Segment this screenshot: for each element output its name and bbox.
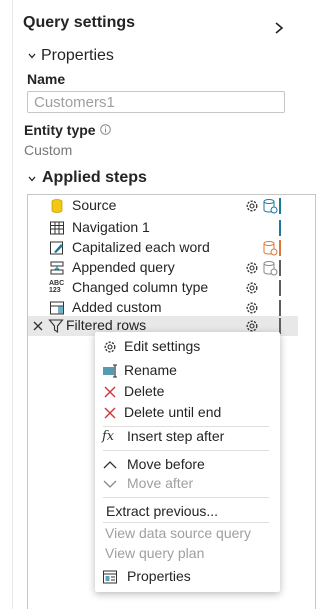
rename-icon xyxy=(103,364,117,378)
step-label: Added custom xyxy=(72,299,162,315)
status-bar xyxy=(279,300,281,316)
status-bar xyxy=(279,240,281,256)
table-icon xyxy=(50,221,64,235)
menu-item-label: Extract previous... xyxy=(106,503,219,519)
menu-item-label: Move after xyxy=(127,475,194,491)
database-query-icon[interactable] xyxy=(262,260,278,276)
gear-icon xyxy=(104,341,116,353)
database-icon xyxy=(51,199,63,213)
step-navigation[interactable]: Navigation 1 xyxy=(28,218,298,238)
query-settings-panel: Query settings Properties Name Entity ty… xyxy=(12,0,316,609)
close-icon[interactable] xyxy=(32,320,44,332)
filter-icon xyxy=(48,319,64,334)
menu-item-properties[interactable]: Properties xyxy=(95,567,280,587)
name-input[interactable] xyxy=(27,91,285,113)
status-bar xyxy=(279,198,281,214)
menu-item-insert-step[interactable]: fx Insert step after xyxy=(95,427,280,447)
step-context-menu: Edit settings Rename Delete Delete until… xyxy=(95,332,280,592)
menu-item-view-data-source-query[interactable]: View data source query xyxy=(95,524,280,544)
step-label: Changed column type xyxy=(72,279,209,295)
step-label: Appended query xyxy=(72,259,175,275)
menu-item-label: Properties xyxy=(127,568,191,584)
edit-column-icon xyxy=(50,241,63,255)
step-label: Capitalized each word xyxy=(72,239,210,255)
properties-icon xyxy=(103,570,117,584)
menu-item-delete-until-end[interactable]: Delete until end xyxy=(95,403,280,423)
menu-item-view-query-plan[interactable]: View query plan xyxy=(95,544,280,564)
entity-type-label: Entity type xyxy=(24,122,96,138)
chevron-down-icon xyxy=(103,480,117,488)
status-bar xyxy=(279,260,281,276)
menu-separator xyxy=(103,450,269,451)
properties-section-toggle[interactable]: Properties xyxy=(41,47,114,65)
chevron-up-icon xyxy=(103,461,117,469)
menu-item-label: Insert step after xyxy=(127,428,225,444)
step-label: Source xyxy=(72,197,117,213)
abc-123-icon: ABC 123 xyxy=(49,280,65,294)
status-bar xyxy=(279,280,281,296)
menu-item-label: Rename xyxy=(124,362,177,378)
warning-query-icon[interactable] xyxy=(262,240,278,256)
step-appended-query[interactable]: Appended query xyxy=(28,258,298,278)
menu-item-move-before[interactable]: Move before xyxy=(95,455,280,475)
delete-icon xyxy=(104,386,116,398)
fx-icon: fx xyxy=(102,429,115,444)
menu-item-rename[interactable]: Rename xyxy=(95,361,280,381)
step-capitalized[interactable]: Capitalized each word xyxy=(28,238,298,258)
custom-column-icon xyxy=(50,301,64,315)
delete-icon xyxy=(104,407,116,419)
menu-item-label: View query plan xyxy=(105,545,205,561)
step-added-custom[interactable]: Added custom xyxy=(28,298,298,318)
gear-icon[interactable] xyxy=(244,260,260,276)
entity-type-value: Custom xyxy=(24,142,73,158)
gear-icon[interactable] xyxy=(244,280,260,296)
gear-icon[interactable] xyxy=(244,198,260,214)
menu-item-label: View data source query xyxy=(105,525,252,541)
chevron-right-icon[interactable] xyxy=(272,21,286,35)
applied-steps-toggle[interactable]: Applied steps xyxy=(42,169,147,187)
menu-item-edit-settings[interactable]: Edit settings xyxy=(95,337,280,357)
chevron-down-icon[interactable] xyxy=(27,51,37,61)
menu-separator xyxy=(103,497,269,498)
menu-item-label: Edit settings xyxy=(124,338,201,354)
menu-item-delete[interactable]: Delete xyxy=(95,382,280,402)
database-query-icon[interactable] xyxy=(262,198,278,214)
menu-item-label: Delete xyxy=(124,383,165,399)
append-icon xyxy=(50,261,64,275)
menu-item-move-after[interactable]: Move after xyxy=(95,474,280,494)
menu-item-extract-previous[interactable]: Extract previous... xyxy=(95,502,280,522)
menu-separator xyxy=(103,522,269,523)
gear-icon[interactable] xyxy=(244,300,260,316)
step-label: Filtered rows xyxy=(66,317,147,333)
status-bar xyxy=(279,220,281,236)
step-changed-type[interactable]: ABC 123 Changed column type xyxy=(28,278,298,298)
info-icon[interactable] xyxy=(100,124,111,135)
menu-item-label: Delete until end xyxy=(124,404,222,420)
menu-item-label: Move before xyxy=(127,456,205,472)
chevron-down-icon[interactable] xyxy=(27,174,37,184)
step-source[interactable]: Source xyxy=(28,196,298,216)
step-label: Navigation 1 xyxy=(72,219,150,235)
panel-title: Query settings xyxy=(23,14,136,31)
name-label: Name xyxy=(27,71,66,87)
